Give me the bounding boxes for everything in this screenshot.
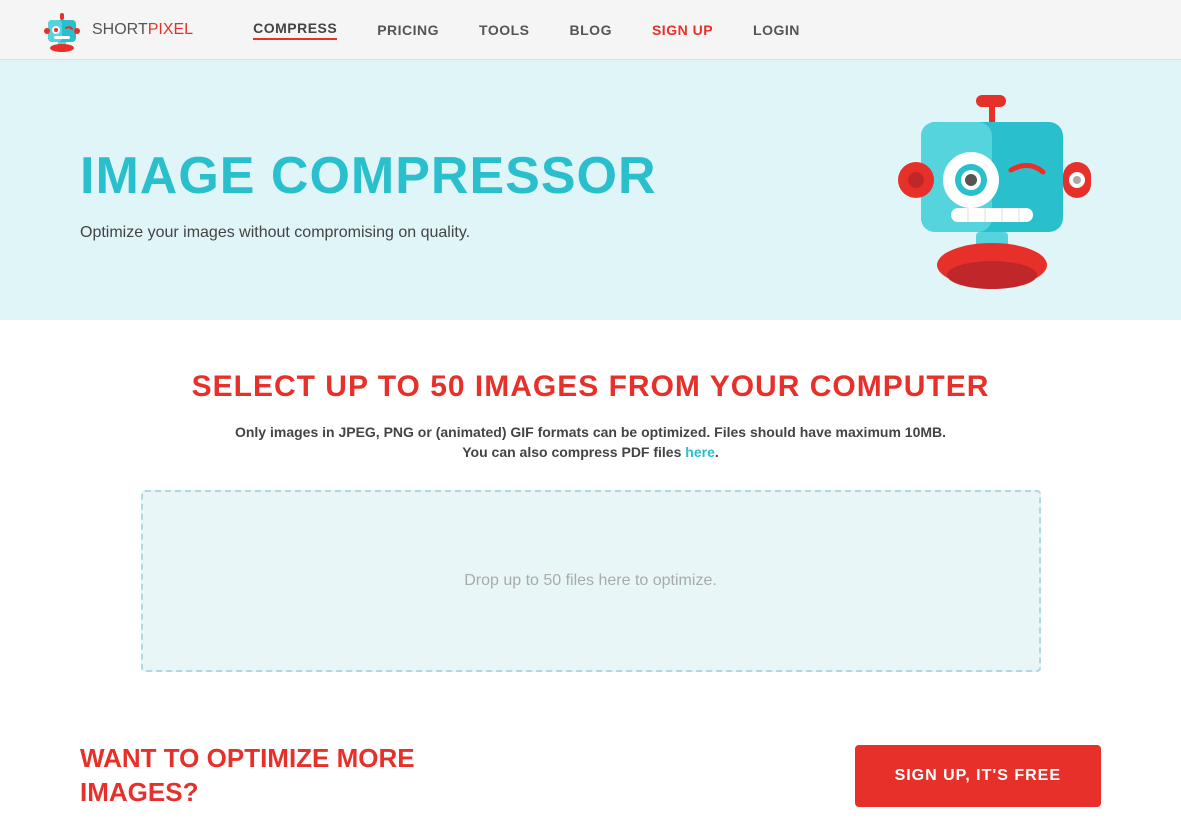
bottom-cta: WANT TO OPTIMIZE MORE IMAGES? SIGN UP, I… xyxy=(0,712,1181,840)
nav-login[interactable]: LOGIN xyxy=(753,22,800,38)
nav-tools[interactable]: TOOLS xyxy=(479,22,529,38)
file-info-line1: Only images in JPEG, PNG or (animated) G… xyxy=(80,424,1101,440)
hero-robot-illustration xyxy=(881,90,1101,310)
signup-free-button[interactable]: SIGN UP, IT'S FREE xyxy=(855,745,1101,807)
pdf-link[interactable]: here xyxy=(685,444,715,460)
header: SHORTPIXEL COMPRESS PRICING TOOLS BLOG S… xyxy=(0,0,1181,60)
main-content: SELECT UP TO 50 IMAGES FROM YOUR COMPUTE… xyxy=(0,320,1181,712)
drop-zone-text: Drop up to 50 files here to optimize. xyxy=(464,572,717,589)
file-info-line2: You can also compress PDF files here. xyxy=(80,444,1101,460)
logo-wordmark: SHORTPIXEL xyxy=(92,21,193,39)
robot-svg xyxy=(881,90,1101,310)
drop-zone[interactable]: Drop up to 50 files here to optimize. xyxy=(141,490,1041,672)
nav-signup[interactable]: SIGN UP xyxy=(652,22,713,38)
logo-icon xyxy=(40,8,84,52)
logo-short: SHORT xyxy=(92,21,148,38)
logo[interactable]: SHORTPIXEL xyxy=(40,8,193,52)
nav-compress[interactable]: COMPRESS xyxy=(253,20,337,40)
cta-title: WANT TO OPTIMIZE MORE IMAGES? xyxy=(80,742,415,810)
section-title: SELECT UP TO 50 IMAGES FROM YOUR COMPUTE… xyxy=(80,370,1101,404)
nav-pricing[interactable]: PRICING xyxy=(377,22,439,38)
hero-section: IMAGE COMPRESSOR Optimize your images wi… xyxy=(0,60,1181,320)
nav-blog[interactable]: BLOG xyxy=(570,22,612,38)
logo-pixel: PIXEL xyxy=(148,21,193,38)
main-nav: COMPRESS PRICING TOOLS BLOG SIGN UP LOGI… xyxy=(253,20,1141,40)
